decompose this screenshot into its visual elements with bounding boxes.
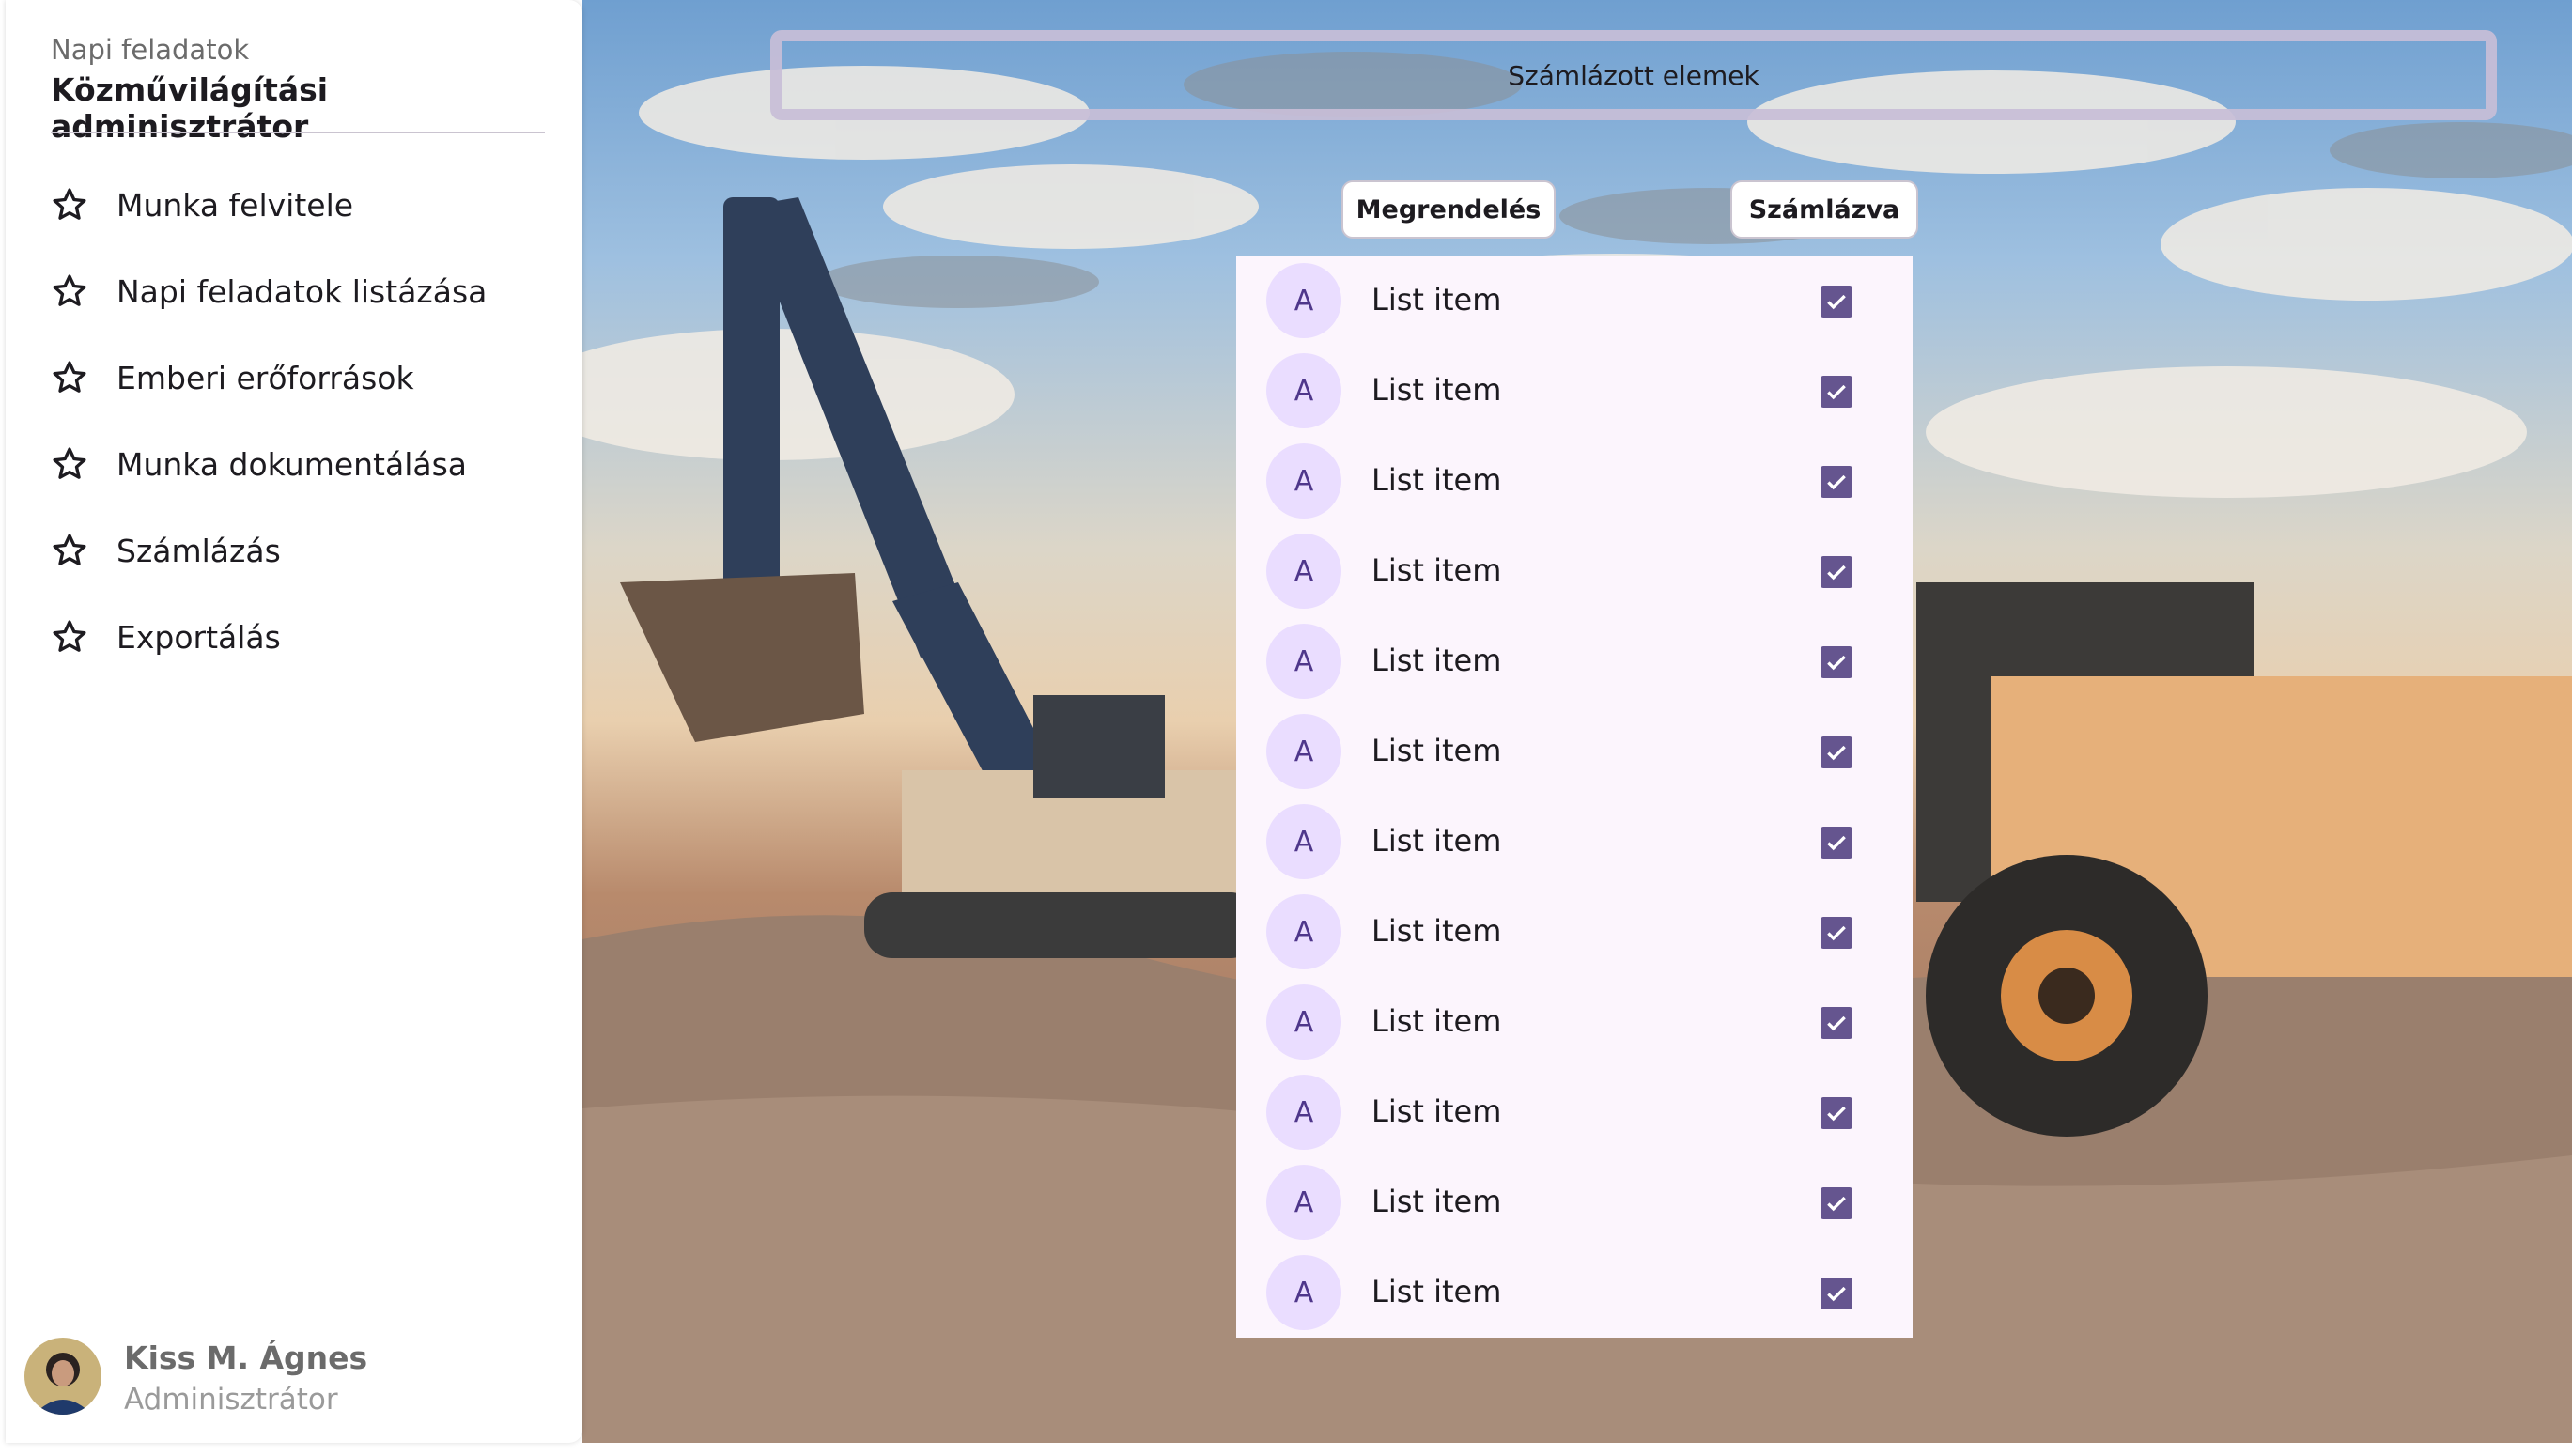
check-icon [1827,745,1846,761]
nav-item-munka-dokumentalasa[interactable]: Munka dokumentálása [51,421,487,507]
nav-item-label: Számlázás [116,532,281,569]
list-item[interactable]: A List item [1236,887,1913,977]
list-item-label: List item [1371,552,1502,588]
drawer-subtitle: Napi feladatok [51,34,250,66]
billed-checkbox[interactable] [1821,827,1852,859]
avatar [24,1338,101,1415]
list-item[interactable]: A List item [1236,436,1913,526]
list-item-label: List item [1371,643,1502,678]
star-icon [53,620,86,652]
billed-items-banner: Számlázott elemek [770,30,2497,120]
list-item-avatar: A [1266,804,1341,879]
user-name: Kiss M. Ágnes [124,1340,368,1376]
billed-checkbox[interactable] [1821,1007,1852,1039]
list-item-avatar: A [1266,624,1341,699]
billed-column-button[interactable]: Számlázva [1730,180,1918,239]
list-item-avatar: A [1266,984,1341,1060]
list-item-avatar: A [1266,353,1341,428]
list-item-label: List item [1371,823,1502,859]
check-icon [1827,1286,1846,1302]
check-icon [1827,384,1846,400]
list-item[interactable]: A List item [1236,1067,1913,1157]
check-icon [1827,1015,1846,1031]
banner-label: Számlázott elemek [1508,59,1759,91]
list-item-label: List item [1371,372,1502,408]
list-item[interactable]: A List item [1236,616,1913,706]
nav-item-label: Munka felvitele [116,186,354,224]
list-item[interactable]: A List item [1236,256,1913,346]
list-item-avatar: A [1266,1165,1341,1240]
star-icon [53,188,86,220]
check-icon [1827,474,1846,490]
drawer-title: Közművilágítási adminisztrátor [51,71,329,145]
nav-item-exportalas[interactable]: Exportálás [51,594,487,680]
nav-list: Munka felvitele Napi feladatok listázása… [51,162,487,680]
list-item-avatar: A [1266,714,1341,789]
billed-checkbox[interactable] [1821,646,1852,678]
list-item-label: List item [1371,913,1502,949]
nav-item-munka-felvitele[interactable]: Munka felvitele [51,162,487,248]
user-role: Adminisztrátor [124,1383,338,1417]
nav-item-napi-feladatok[interactable]: Napi feladatok listázása [51,248,487,334]
list-item-avatar: A [1266,1075,1341,1150]
check-icon [1827,925,1846,941]
list-item-label: List item [1371,1274,1502,1309]
star-icon [53,447,86,479]
list-item-avatar: A [1266,263,1341,338]
billed-checkbox[interactable] [1821,736,1852,768]
list-item-label: List item [1371,733,1502,768]
check-icon [1827,565,1846,581]
drawer-divider [51,132,545,133]
star-icon [53,534,86,565]
list-item-avatar: A [1266,534,1341,609]
list-item-label: List item [1371,1003,1502,1039]
list-item-avatar: A [1266,1255,1341,1330]
list-item[interactable]: A List item [1236,346,1913,436]
list-item[interactable]: A List item [1236,1157,1913,1247]
check-icon [1827,294,1846,310]
list-item-label: List item [1371,1184,1502,1219]
nav-item-label: Munka dokumentálása [116,445,468,483]
nav-item-label: Exportálás [116,618,281,656]
list-item[interactable]: A List item [1236,797,1913,887]
list-item-label: List item [1371,1093,1502,1129]
list-item[interactable]: A List item [1236,1247,1913,1338]
check-icon [1827,655,1846,671]
list-item-label: List item [1371,462,1502,498]
billed-checkbox[interactable] [1821,466,1852,498]
check-icon [1827,835,1846,851]
billed-items-list: A List item A List item A List item A List item… [1236,256,1913,1338]
billed-checkbox[interactable] [1821,917,1852,949]
user-profile[interactable]: Kiss M. Ágnes Adminisztrátor [24,1334,550,1418]
billed-checkbox[interactable] [1821,376,1852,408]
order-column-button[interactable]: Megrendelés [1341,180,1556,239]
list-item[interactable]: A List item [1236,706,1913,797]
check-icon [1827,1196,1846,1212]
check-icon [1827,1106,1846,1122]
billed-checkbox[interactable] [1821,1097,1852,1129]
list-item[interactable]: A List item [1236,526,1913,616]
list-item-avatar: A [1266,443,1341,519]
billed-checkbox[interactable] [1821,286,1852,318]
navigation-drawer: Napi feladatok Közművilágítási adminiszt… [6,0,582,1443]
list-item-avatar: A [1266,894,1341,969]
nav-item-emberi-eroforrasok[interactable]: Emberi erőforrások [51,334,487,421]
star-icon [53,274,86,306]
billed-checkbox[interactable] [1821,556,1852,588]
nav-item-label: Emberi erőforrások [116,359,414,396]
nav-item-szamlazas[interactable]: Számlázás [51,507,487,594]
billed-checkbox[interactable] [1821,1278,1852,1309]
nav-item-label: Napi feladatok listázása [116,272,488,310]
billed-checkbox[interactable] [1821,1187,1852,1219]
list-item[interactable]: A List item [1236,977,1913,1067]
star-icon [53,361,86,393]
list-item-label: List item [1371,282,1502,318]
